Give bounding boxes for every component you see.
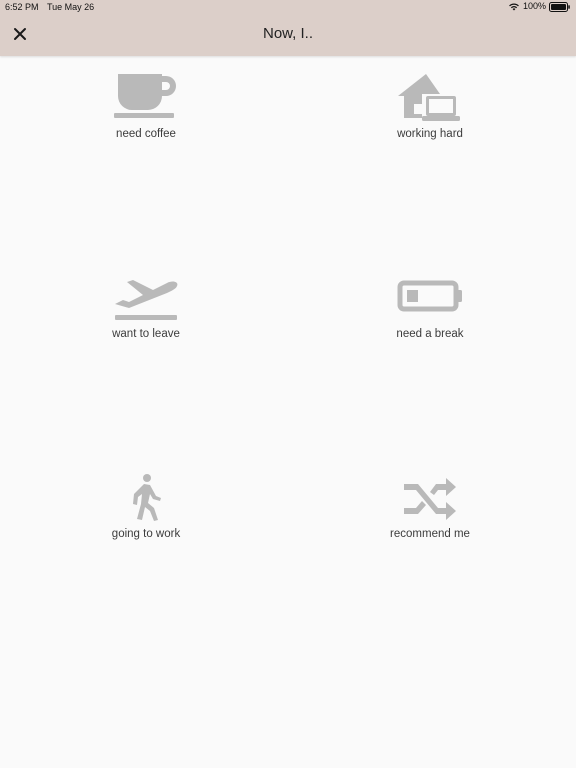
- battery-percent: 100%: [522, 1, 546, 11]
- status-indicators: 100%: [508, 1, 570, 12]
- tile-label: recommend me: [390, 528, 470, 540]
- wifi-icon: [509, 3, 519, 11]
- status-date: Tue May 26: [47, 2, 95, 12]
- status-time: 6:52 PM: [5, 2, 39, 12]
- status-bar: 6:52 PM Tue May 26 100%: [0, 0, 576, 14]
- coffee-icon: [114, 74, 176, 118]
- tile-working-hard[interactable]: working hard: [350, 74, 510, 154]
- airplane-takeoff-icon: [115, 280, 178, 320]
- close-icon: [14, 28, 26, 40]
- tile-label: need coffee: [116, 128, 176, 140]
- tile-label: want to leave: [112, 328, 180, 340]
- tile-need-coffee[interactable]: need coffee: [66, 74, 226, 154]
- house-laptop-icon: [398, 74, 460, 121]
- battery-icon: [549, 1, 570, 12]
- top-app-bar: 6:52 PM Tue May 26 100% Now, I..: [0, 0, 576, 56]
- tile-want-to-leave[interactable]: want to leave: [66, 274, 226, 354]
- shuffle-icon: [404, 478, 456, 520]
- battery-low-icon: [397, 280, 462, 312]
- walking-person-icon: [133, 474, 161, 521]
- close-button[interactable]: [10, 24, 30, 44]
- tile-going-to-work[interactable]: going to work: [66, 474, 226, 554]
- tile-recommend-me[interactable]: recommend me: [350, 474, 510, 554]
- tile-need-a-break[interactable]: need a break: [350, 274, 510, 354]
- tile-label: working hard: [397, 128, 463, 140]
- page-title: Now, I..: [262, 25, 314, 42]
- tile-label: going to work: [111, 528, 181, 540]
- tile-label: need a break: [396, 328, 464, 340]
